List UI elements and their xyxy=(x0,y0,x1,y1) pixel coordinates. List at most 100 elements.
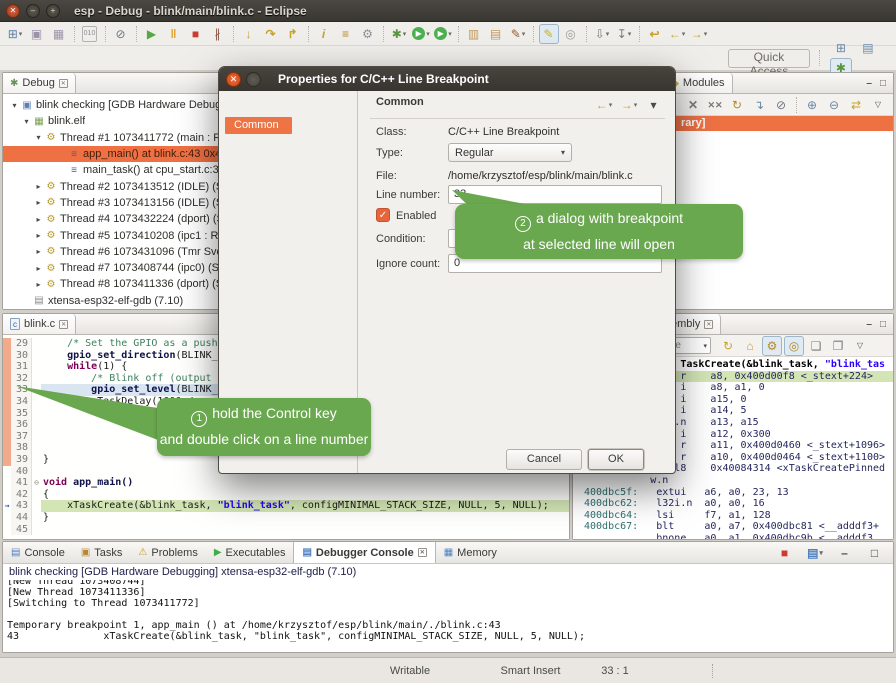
quick-access-button[interactable]: Quick Access xyxy=(728,49,810,68)
step-filters-icon[interactable]: ⚙ xyxy=(358,24,378,44)
forward-icon[interactable]: →▾ xyxy=(689,24,709,44)
view-menu-icon[interactable]: ▽ xyxy=(868,95,888,115)
open-project-icon[interactable]: ▤ xyxy=(486,24,506,44)
code-line[interactable]: 45 xyxy=(3,524,569,536)
fold-icon[interactable] xyxy=(32,361,41,373)
link-with-editor-icon[interactable]: ◎ xyxy=(561,24,581,44)
console-tab[interactable]: ▦ Memory ✕ xyxy=(436,542,505,563)
toolbar-separator[interactable] xyxy=(233,26,234,42)
toolbar-separator[interactable] xyxy=(136,26,137,42)
toolbar-separator[interactable] xyxy=(639,26,640,42)
window-close-button[interactable]: ✕ xyxy=(6,4,20,18)
cpp-perspective-icon[interactable]: ▤ xyxy=(857,38,879,58)
line-number[interactable]: 29 xyxy=(11,338,32,350)
twisty-icon[interactable]: ▸ xyxy=(33,247,44,256)
tab-debug[interactable]: ✱ Debug ✕ xyxy=(3,73,76,93)
save-icon[interactable]: ▣ xyxy=(27,24,47,44)
code-line[interactable]: → 43 xTaskCreate(&blink_task, "blink_tas… xyxy=(3,500,569,512)
save-all-icon[interactable]: ▦ xyxy=(49,24,69,44)
dialog-close-button[interactable]: ✕ xyxy=(226,72,241,87)
dialog-minimize-button[interactable] xyxy=(246,72,261,87)
toolbar-separator[interactable] xyxy=(458,26,459,42)
resume-icon[interactable]: ▶ xyxy=(142,24,162,44)
code-text[interactable]: } xyxy=(41,512,569,524)
external-tools-icon[interactable]: ▶▾ xyxy=(433,24,453,44)
fold-icon[interactable]: ⊖ xyxy=(32,477,41,489)
close-icon[interactable]: ✕ xyxy=(59,320,68,329)
toolbar-separator[interactable] xyxy=(796,97,797,113)
expand-all-icon[interactable]: ⊕ xyxy=(802,95,822,115)
nav-item-common[interactable]: Common xyxy=(225,117,292,134)
mark-occurrences-icon[interactable]: ✎ xyxy=(539,24,559,44)
console-tab[interactable]: ▶ Executables ✕ xyxy=(206,542,294,563)
twisty-icon[interactable]: ▾ xyxy=(33,133,44,142)
minimize-icon[interactable]: – xyxy=(866,78,872,89)
suspend-icon[interactable]: ‖ xyxy=(164,24,184,44)
last-edit-location-icon[interactable]: ↩ xyxy=(645,24,665,44)
step-over-icon[interactable]: ↷ xyxy=(261,24,281,44)
new-view-icon[interactable]: ❏ xyxy=(806,336,826,356)
deselect-icon[interactable]: ⊘ xyxy=(771,95,791,115)
toolbar-separator[interactable] xyxy=(586,26,587,42)
console-tab[interactable]: ▣ Tasks ✕ xyxy=(73,542,131,563)
track-expression-icon[interactable]: ◎ xyxy=(784,336,804,356)
twisty-icon[interactable]: ▸ xyxy=(33,264,44,273)
code-line[interactable]: 41 ⊖ void app_main() xyxy=(3,477,569,489)
fold-icon[interactable] xyxy=(32,338,41,350)
collapse-all-icon[interactable]: ⊖ xyxy=(824,95,844,115)
binary-010-icon[interactable]: 010 xyxy=(80,24,100,44)
new-project-icon[interactable]: ▥ xyxy=(464,24,484,44)
line-number[interactable]: 31 xyxy=(11,361,32,373)
maximize-icon[interactable]: □ xyxy=(880,319,886,330)
back-icon[interactable]: ←▾ xyxy=(667,24,687,44)
close-icon[interactable]: ✕ xyxy=(704,320,713,329)
console-tab[interactable]: ▤ Console ✕ xyxy=(3,542,73,563)
link-items-icon[interactable]: ⇄ xyxy=(846,95,866,115)
open-perspective-icon[interactable]: ⊞ xyxy=(830,38,852,58)
terminate-icon[interactable]: ■ xyxy=(186,24,206,44)
fold-icon[interactable] xyxy=(32,454,41,466)
step-return-icon[interactable]: ↱ xyxy=(283,24,303,44)
maximize-icon[interactable]: □ xyxy=(880,78,886,89)
line-number[interactable]: 42 xyxy=(11,489,32,501)
show-threads-icon[interactable]: ≡ xyxy=(336,24,356,44)
window-maximize-button[interactable]: + xyxy=(46,4,60,18)
module-row-selected[interactable]: rary] xyxy=(665,116,893,131)
instruction-stepping-icon[interactable]: i xyxy=(314,24,334,44)
follow-execution-icon[interactable]: ⚙ xyxy=(762,336,782,356)
load-symbols-icon[interactable]: ↴ xyxy=(749,95,769,115)
fold-icon[interactable] xyxy=(32,489,41,501)
toolbar-separator[interactable] xyxy=(383,26,384,42)
code-text[interactable]: xTaskCreate(&blink_task, "blink_task", c… xyxy=(41,500,569,512)
twisty-icon[interactable]: ▸ xyxy=(33,215,44,224)
fold-icon[interactable] xyxy=(32,350,41,362)
line-number[interactable]: 30 xyxy=(11,350,32,362)
toolbar-separator[interactable] xyxy=(105,26,106,42)
line-number[interactable]: 43 xyxy=(11,500,32,512)
toolbar-separator[interactable] xyxy=(74,26,75,42)
new-wizard-icon[interactable]: ⊞▾ xyxy=(5,24,25,44)
console-tab[interactable]: ⚠ Problems ✕ xyxy=(130,542,205,563)
tab-blink-c[interactable]: c blink.c ✕ xyxy=(3,314,76,334)
remove-module-icon[interactable]: ✕ xyxy=(683,95,703,115)
refresh-icon[interactable]: ↻ xyxy=(718,336,738,356)
fold-icon[interactable] xyxy=(32,500,41,512)
skip-breakpoints-icon[interactable]: ⊘ xyxy=(111,24,131,44)
view-menu-icon[interactable]: ▽ xyxy=(850,336,870,356)
twisty-icon[interactable]: ▸ xyxy=(33,231,44,240)
ok-button[interactable]: OK xyxy=(588,449,644,470)
line-number[interactable]: 39 xyxy=(11,454,32,466)
line-number[interactable]: 44 xyxy=(11,512,32,524)
twisty-icon[interactable]: ▾ xyxy=(21,117,32,126)
twisty-icon[interactable]: ▸ xyxy=(33,182,44,191)
open-element-icon[interactable]: ⇩▾ xyxy=(592,24,612,44)
view-menu-icon[interactable]: ▾ xyxy=(644,95,664,115)
fold-icon[interactable] xyxy=(32,512,41,524)
back-icon[interactable]: ←▾ xyxy=(594,95,614,115)
close-icon[interactable]: ✕ xyxy=(418,548,427,557)
forward-icon[interactable]: →▾ xyxy=(619,95,639,115)
twisty-icon[interactable]: ▸ xyxy=(33,198,44,207)
maximize-icon[interactable]: □ xyxy=(865,543,885,563)
twisty-icon[interactable]: ▾ xyxy=(9,101,20,110)
terminate-console-icon[interactable]: ■ xyxy=(775,543,795,563)
